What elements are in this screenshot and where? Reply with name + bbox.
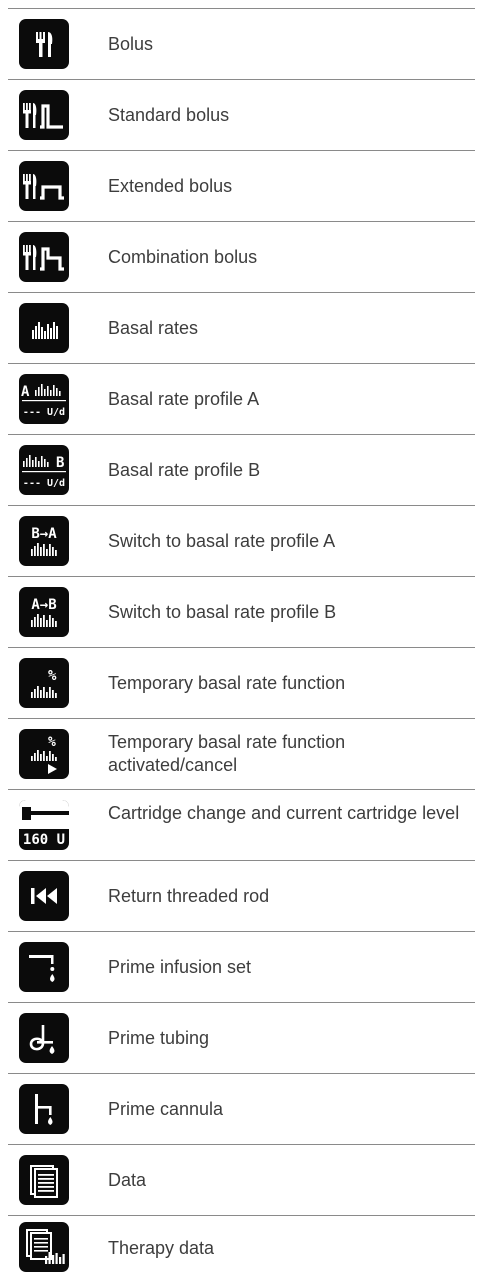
list-item-label: Switch to basal rate profile A — [108, 531, 336, 551]
list-item: 160 U Cartridge change and current cartr… — [0, 790, 477, 860]
list-item-label: Temporary basal rate function activated/… — [108, 732, 346, 775]
svg-text:--- U/d: --- U/d — [23, 478, 65, 489]
list-item-label: Bolus — [108, 34, 154, 54]
list-item-label: Basal rate profile B — [108, 460, 261, 480]
therapy-data-icon — [19, 1222, 69, 1272]
prime-infusion-set-icon — [19, 942, 69, 992]
list-item: Therapy data — [0, 1216, 477, 1274]
data-icon — [19, 1155, 69, 1205]
list-item: Prime cannula — [0, 1074, 477, 1144]
extended-bolus-icon — [19, 161, 69, 211]
list-item: Extended bolus — [0, 151, 477, 221]
list-item-label: Basal rates — [108, 318, 199, 338]
basal-rates-icon — [19, 303, 69, 353]
combination-bolus-icon — [19, 232, 69, 282]
list-item: Combination bolus — [0, 222, 477, 292]
svg-text:160 U: 160 U — [23, 832, 65, 848]
list-item: Standard bolus — [0, 80, 477, 150]
svg-text:A: A — [21, 384, 30, 400]
bolus-icon — [19, 19, 69, 69]
list-item: Bolus — [0, 9, 477, 79]
list-item-label: Temporary basal rate function — [108, 673, 346, 693]
svg-text:%: % — [48, 735, 56, 750]
list-item: Basal rates — [0, 293, 477, 363]
list-item-label: Extended bolus — [108, 176, 233, 196]
list-item: Prime infusion set — [0, 932, 477, 1002]
standard-bolus-icon — [19, 90, 69, 140]
list-item: B --- U/d Basal rate profile B — [0, 435, 477, 505]
list-item-label: Standard bolus — [108, 105, 230, 125]
temporary-basal-rate-activated-icon: % — [19, 729, 69, 779]
list-item-label: Data — [108, 1170, 147, 1190]
svg-text:%: % — [48, 668, 57, 684]
list-item-label: Prime cannula — [108, 1099, 224, 1119]
list-item: Prime tubing — [0, 1003, 477, 1073]
return-threaded-rod-icon — [19, 871, 69, 921]
basal-rate-profile-b-icon: B --- U/d — [19, 445, 69, 495]
list-item-label: Therapy data — [108, 1238, 215, 1258]
list-item: % Temporary basal rate function — [0, 648, 477, 718]
prime-tubing-icon — [19, 1013, 69, 1063]
list-item: A→B Switch to basal rate profile B — [0, 577, 477, 647]
basal-rate-profile-a-icon: A --- U/d — [19, 374, 69, 424]
list-item-label: Cartridge change and current cartridge l… — [108, 803, 460, 823]
list-item-label: Combination bolus — [108, 247, 258, 267]
list-item: Return threaded rod — [0, 861, 477, 931]
prime-cannula-icon — [19, 1084, 69, 1134]
svg-text:--- U/d: --- U/d — [23, 407, 65, 418]
list-item: B→A Switch to basal rate profile A — [0, 506, 477, 576]
switch-to-profile-a-icon: B→A — [19, 516, 69, 566]
list-item-label: Return threaded rod — [108, 886, 270, 906]
list-item-label: Basal rate profile A — [108, 389, 260, 409]
svg-text:B→A: B→A — [31, 526, 57, 542]
list-item: A --- U/d Basal rate profile A — [0, 364, 477, 434]
list-item: % Temporary basal rate function activate… — [0, 719, 477, 789]
cartridge-level-icon: 160 U — [19, 800, 69, 850]
list-item: Data — [0, 1145, 477, 1215]
list-item-label: Prime infusion set — [108, 957, 252, 977]
switch-to-profile-b-icon: A→B — [19, 587, 69, 637]
svg-text:B: B — [56, 455, 64, 471]
list-item-label: Prime tubing — [108, 1028, 210, 1048]
list-item-label: Switch to basal rate profile B — [108, 602, 337, 622]
svg-text:A→B: A→B — [31, 597, 56, 613]
temporary-basal-rate-icon: % — [19, 658, 69, 708]
